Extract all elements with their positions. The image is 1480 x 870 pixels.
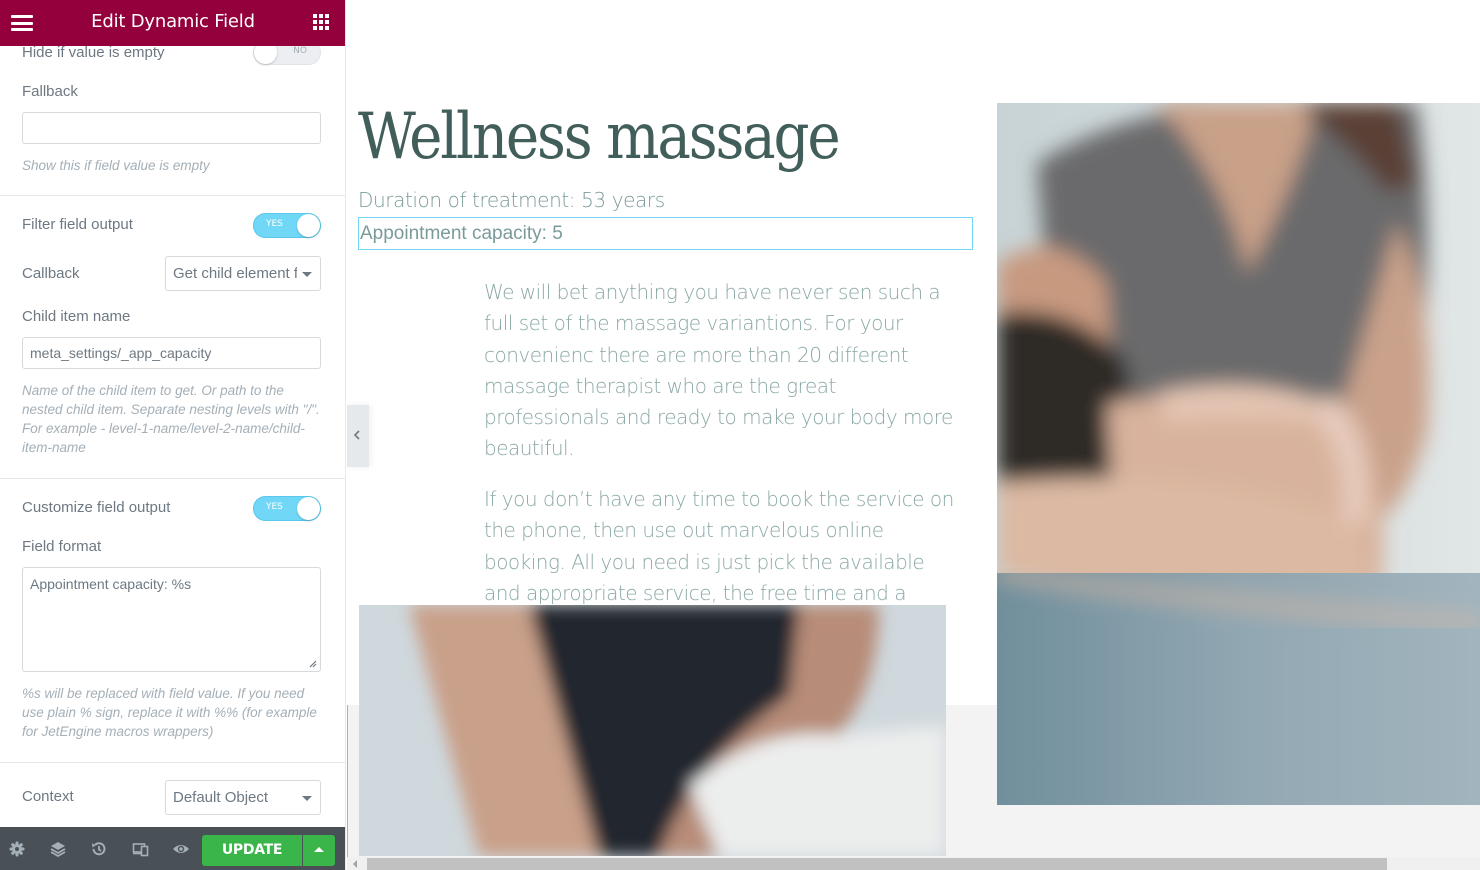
toggle-state-text: YES [266, 219, 283, 229]
editor-panel: Edit Dynamic Field Hide if value is empt… [0, 0, 346, 870]
chevron-left-icon [353, 430, 360, 440]
filter-output-toggle[interactable]: YES [253, 213, 321, 238]
preview-canvas: Wellness massage Duration of treatment: … [347, 0, 1480, 870]
section-divider [0, 195, 345, 196]
horizontal-scrollbar[interactable] [347, 857, 1480, 870]
update-options-button[interactable] [303, 835, 335, 866]
responsive-icon[interactable] [132, 840, 150, 858]
panel-controls: Hide if value is empty NO Fallback Show … [0, 46, 345, 827]
field-format-label: Field format [22, 538, 102, 555]
context-value: Default Object [173, 789, 269, 806]
massage-photo-therapist-shoulders [997, 103, 1480, 805]
panel-footer: UPDATE [0, 827, 345, 870]
hide-if-empty-toggle[interactable]: NO [253, 46, 321, 65]
fallback-description: Show this if field value is empty [22, 158, 210, 173]
capacity-field-selected[interactable]: Appointment capacity: 5 [358, 217, 973, 250]
description-paragraph: We will bet anything you have never sen … [484, 280, 953, 461]
context-select[interactable]: Default Object [165, 780, 321, 815]
panel-header: Edit Dynamic Field [0, 0, 345, 46]
settings-icon[interactable] [8, 840, 26, 858]
scrollbar-thumb[interactable] [367, 858, 1387, 870]
chevron-down-icon [302, 272, 312, 277]
fallback-input[interactable] [22, 112, 321, 144]
fallback-label: Fallback [22, 83, 78, 100]
toggle-knob [297, 497, 320, 520]
customize-output-toggle[interactable]: YES [253, 496, 321, 521]
grid-apps-icon[interactable] [313, 14, 329, 30]
post-title: Wellness massage [358, 100, 841, 174]
callback-value: Get child element f [173, 265, 297, 282]
child-item-label: Child item name [22, 308, 131, 325]
booking-paragraph: If you don’t have any time to book the s… [484, 487, 954, 605]
child-item-description: Name of the child item to get. Or path t… [22, 383, 320, 455]
history-icon[interactable] [90, 840, 108, 858]
layers-icon[interactable] [49, 840, 67, 858]
field-format-description: %s will be replaced with field value. If… [22, 686, 317, 739]
child-item-input[interactable] [22, 337, 321, 369]
preview-eye-icon[interactable] [172, 840, 190, 858]
section-edge-indicator [347, 705, 348, 857]
toggle-knob [297, 214, 320, 237]
collapse-panel-button[interactable] [347, 405, 369, 467]
resize-grip-icon[interactable] [308, 659, 317, 668]
chevron-down-icon [302, 796, 312, 801]
scroll-left-arrow-icon[interactable] [353, 860, 357, 868]
massage-photo-arms-towel [359, 605, 946, 856]
update-button[interactable]: UPDATE [202, 835, 302, 866]
toggle-state-text: YES [266, 502, 283, 512]
field-format-value: Appointment capacity: %s [30, 576, 192, 592]
duration-field: Duration of treatment: 53 years [358, 188, 665, 212]
caret-up-icon [314, 847, 324, 852]
panel-title: Edit Dynamic Field [91, 11, 255, 32]
field-format-textarea[interactable]: Appointment capacity: %s [22, 567, 321, 672]
callback-select[interactable]: Get child element f [165, 256, 321, 291]
section-divider [0, 762, 345, 763]
toggle-knob [254, 46, 277, 64]
section-divider [0, 478, 345, 479]
toggle-state-text: NO [293, 46, 307, 56]
